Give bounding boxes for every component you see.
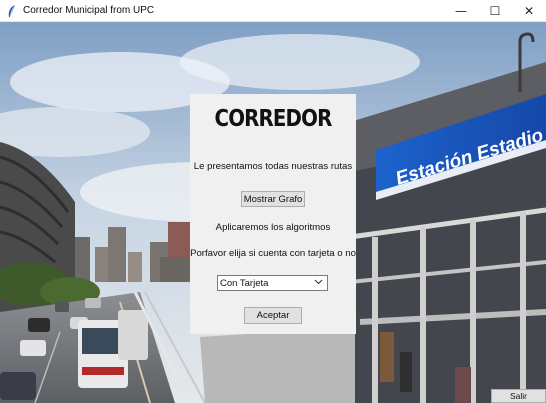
accept-button[interactable]: Aceptar [244,307,302,324]
card-type-select[interactable]: Con Tarjeta [217,275,328,291]
card-prompt-label: Porfavor elija si cuenta con tarjeta o n… [190,248,356,259]
show-graph-button[interactable]: Mostrar Grafo [241,191,305,207]
chevron-down-icon [314,277,323,290]
maximize-button[interactable]: ☐ [478,0,512,22]
minimize-button[interactable]: — [444,0,478,22]
feather-icon [4,3,20,19]
window-title: Corredor Municipal from UPC [23,5,155,16]
maximize-icon: ☐ [489,4,501,18]
card-type-select-value: Con Tarjeta [220,277,269,289]
intro-label: Le presentamos todas nuestras rutas [193,161,353,172]
minimize-icon: — [455,4,467,18]
algorithms-label: Aplicaremos los algoritmos [215,222,331,233]
close-icon: ✕ [523,4,535,18]
main-panel: CORREDOR Le presentamos todas nuestras r… [190,94,356,334]
exit-button[interactable]: Salir [491,389,546,403]
window-titlebar[interactable]: Corredor Municipal from UPC — ☐ ✕ [0,0,546,22]
page-title: CORREDOR [214,106,333,132]
close-button[interactable]: ✕ [512,0,546,22]
